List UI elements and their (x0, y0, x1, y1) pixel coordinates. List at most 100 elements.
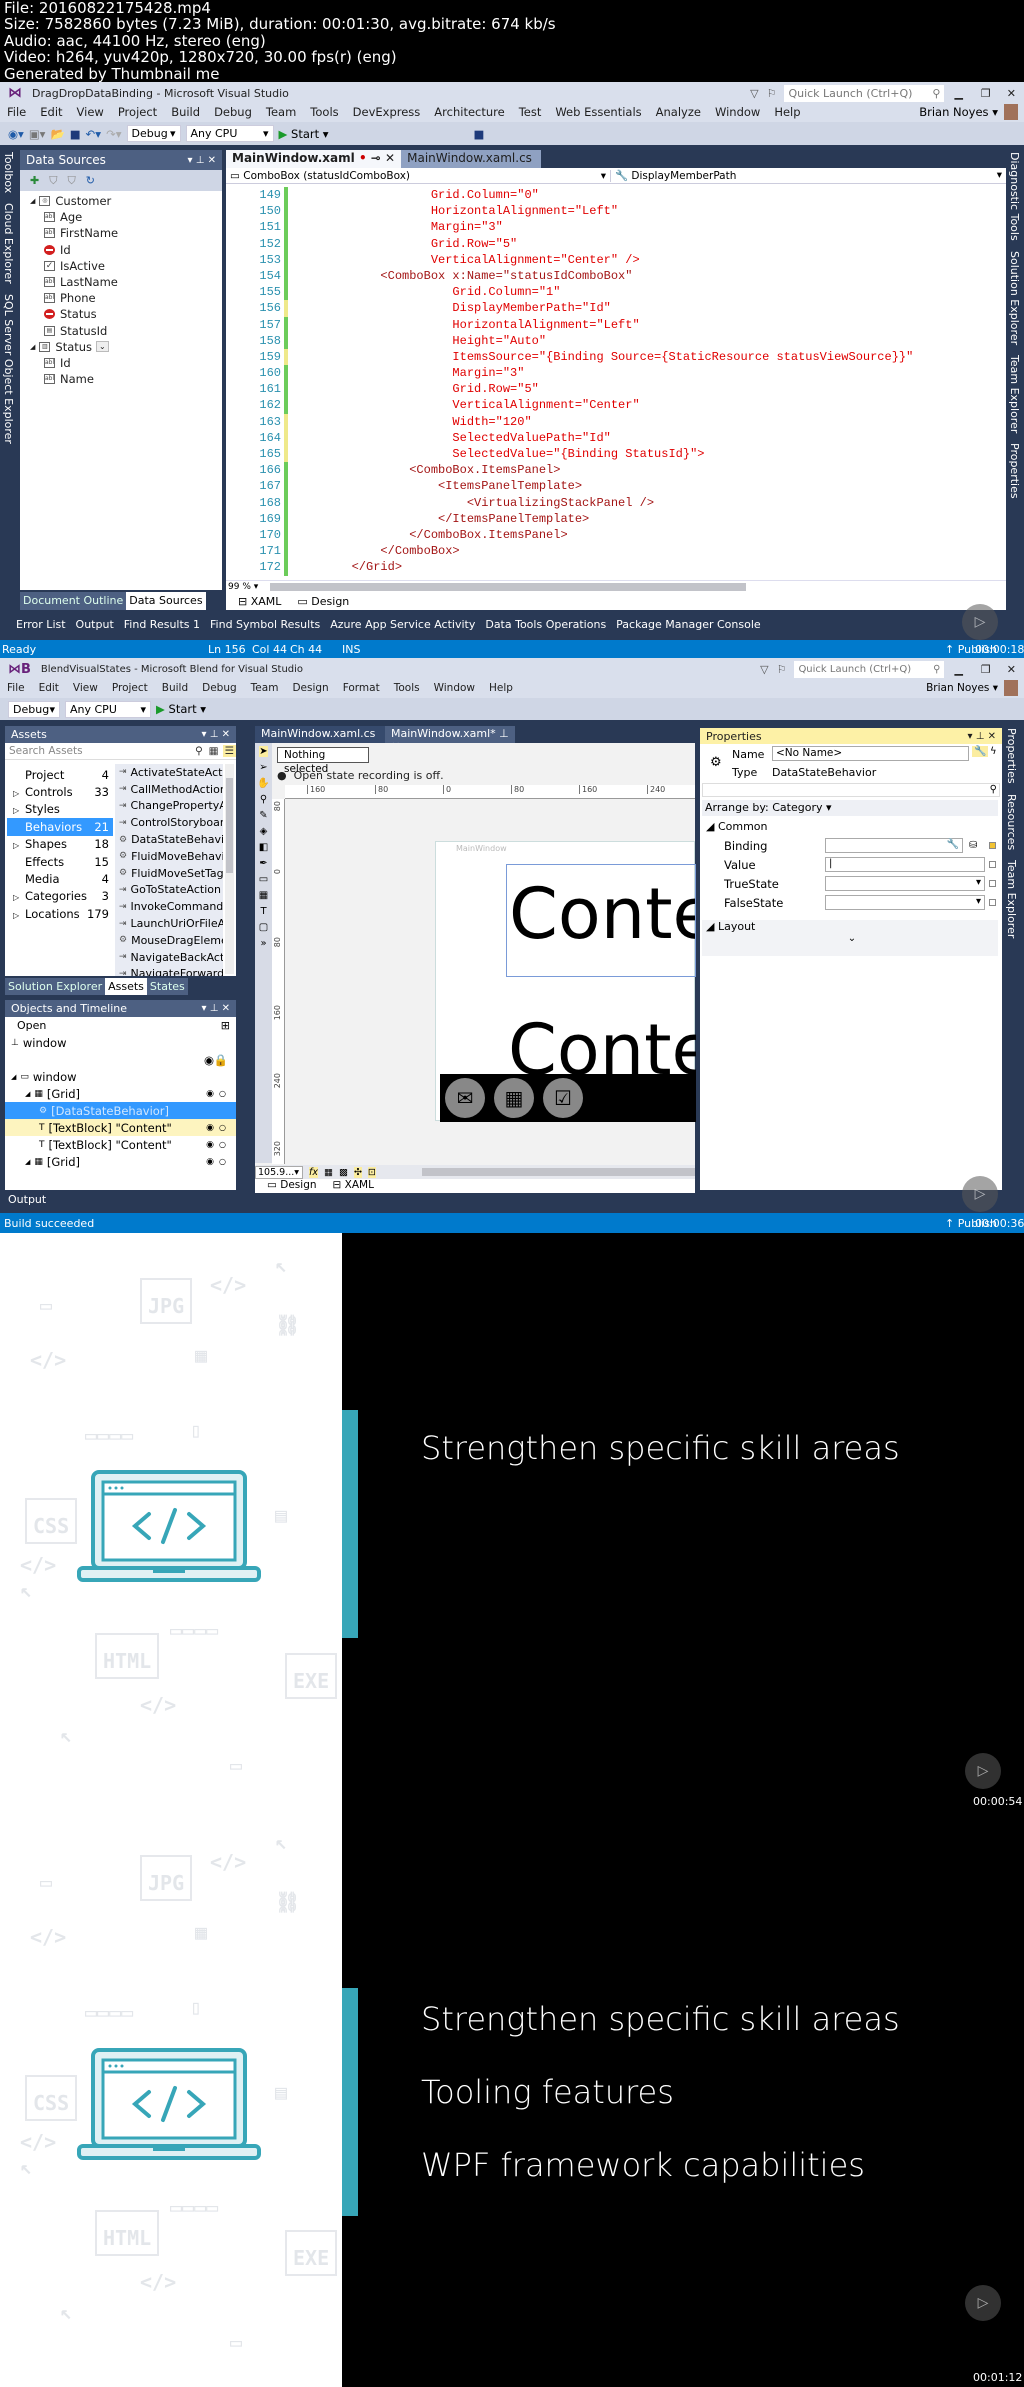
type-dropdown[interactable]: ▭ ComboBox (statusIdComboBox) ▾ (226, 169, 611, 182)
close-tab-icon[interactable]: ✕ (385, 151, 395, 165)
eye-icon[interactable]: ◉ (206, 1157, 214, 1167)
menu-item-test[interactable]: Test (519, 105, 542, 119)
tree-item[interactable]: ◢ ◎ Customer (20, 193, 222, 209)
tab-data-sources[interactable]: Data Sources (126, 592, 206, 610)
user-account[interactable]: Brian Noyes ▾ (919, 102, 998, 122)
tree-item[interactable]: ✓ IsActive (20, 258, 222, 274)
close-button[interactable]: ✕ (1007, 663, 1016, 676)
truestate-input[interactable]: ▾ (825, 876, 985, 891)
tool-tab[interactable]: Data Tools Operations (485, 618, 606, 631)
filter-icon[interactable]: ▽ (750, 87, 758, 100)
code-line[interactable]: 157 HorizontalAlignment="Left" (226, 316, 1006, 333)
code-line[interactable]: 150 HorizontalAlignment="Left" (226, 203, 1006, 220)
tree-item[interactable]: abl Id (20, 355, 222, 371)
expand-icon[interactable]: ◢ (30, 197, 35, 205)
code-line[interactable]: 153 VerticalAlignment="Center" /> (226, 251, 1006, 268)
falsestate-input[interactable]: ▾ (825, 895, 985, 910)
expand-icon[interactable]: ◢ (11, 1073, 16, 1081)
snap-grid-icon[interactable]: ▩ (339, 1167, 348, 1178)
annotations-icon[interactable]: ⊡ (367, 1166, 376, 1178)
mail-icon[interactable]: ✉ (445, 1078, 485, 1118)
play-icon[interactable]: ▷ (962, 1176, 998, 1212)
menu-item-team[interactable]: Team (266, 105, 296, 119)
tool-window-tab[interactable]: Cloud Explorer (2, 203, 15, 284)
menu-item-edit[interactable]: Edit (39, 682, 59, 694)
code-line[interactable]: 160 Margin="3" (226, 365, 1006, 382)
tab-xaml[interactable]: ⊟ XAML (238, 595, 281, 608)
events-lightning-icon[interactable]: ϟ (990, 746, 997, 757)
grid-view-icon[interactable]: ▦ (209, 745, 219, 757)
menu-item-tools[interactable]: Tools (310, 105, 338, 119)
menu-item-help[interactable]: Help (489, 682, 513, 694)
minimize-button[interactable]: ▁ (954, 663, 962, 676)
back-icon[interactable]: ◉▾ (8, 127, 24, 141)
tool-tab[interactable]: Azure App Service Activity (330, 618, 475, 631)
fx-icon[interactable]: fx (309, 1166, 318, 1178)
artboard[interactable]: MainWindow Content Content ✉ ▦ ☑ (435, 841, 696, 1122)
asset-category[interactable]: ▷ Locations 179 (7, 905, 113, 922)
property-search-input[interactable]: ⚲ (702, 783, 1000, 797)
menu-item-project[interactable]: Project (118, 105, 157, 119)
tree-item[interactable]: abl Phone (20, 290, 222, 306)
tool-window-tab[interactable]: Solution Explorer (1008, 251, 1021, 345)
zoom-select[interactable]: 105.9...▾ (255, 1165, 303, 1179)
rectangle-tool-icon[interactable]: ▭ (259, 874, 268, 885)
list-view-icon[interactable]: ☰ (222, 745, 236, 757)
platform-select[interactable]: Any CPU ▾ (65, 700, 151, 718)
avatar[interactable] (1004, 104, 1018, 120)
advanced-options-icon[interactable] (989, 899, 996, 906)
tree-item[interactable]: ◢ ▥ Status ⌄ (20, 339, 222, 355)
tool-window-tab[interactable]: Team Explorer (1008, 355, 1021, 433)
code-line[interactable]: 161 Grid.Row="5" (226, 381, 1006, 398)
grid-tool-icon[interactable]: ▦ (259, 890, 268, 901)
control-tool-icon[interactable]: ▢ (259, 922, 268, 933)
calendar-icon[interactable]: ▦ (494, 1078, 534, 1118)
expand-icon[interactable]: ◢ (25, 1158, 30, 1166)
asset-item[interactable]: ⇥ CallMethodAction (119, 781, 223, 798)
edit-dataset-icon[interactable]: ⛉ (49, 174, 57, 188)
menu-item-web-essentials[interactable]: Web Essentials (555, 105, 641, 119)
object-row[interactable]: T [TextBlock] "Content" ◉ ○ (5, 1119, 236, 1136)
vertical-scrollbar[interactable] (225, 764, 234, 974)
code-line[interactable]: 172 </Grid> (226, 559, 1006, 576)
tree-item[interactable]: abl Name (20, 371, 222, 387)
menu-item-edit[interactable]: Edit (40, 105, 62, 119)
code-line[interactable]: 149 Grid.Column="0" (226, 187, 1006, 204)
asset-category[interactable]: Behaviors 21 (7, 818, 113, 836)
start-button[interactable]: ▶ Start ▾ (156, 702, 206, 716)
advanced-options-icon[interactable] (989, 880, 996, 887)
code-editor[interactable]: 149 Grid.Column="0" 150 HorizontalAlignme… (226, 184, 1006, 580)
code-line[interactable]: 151 Margin="3" (226, 219, 1006, 236)
menu-item-view[interactable]: View (73, 682, 98, 694)
asset-category[interactable]: Effects 15 (7, 853, 113, 870)
asset-item[interactable]: ⇥NavigateBackAction (119, 949, 223, 966)
asset-item[interactable]: ⇥ChangePropertyActi... (119, 798, 223, 815)
tool-window-tab[interactable]: SQL Server Object Explorer (2, 294, 15, 444)
code-line[interactable]: 152 Grid.Row="5" (226, 235, 1006, 252)
expand-icon[interactable]: ◢ (25, 1090, 30, 1098)
advanced-options-icon[interactable] (989, 861, 996, 868)
code-line[interactable]: 158 Height="Auto" (226, 332, 1006, 349)
play-icon[interactable]: ▷ (962, 604, 998, 640)
member-dropdown[interactable]: 🔧 DisplayMemberPath ▾ (611, 169, 1006, 182)
code-line[interactable]: 168 <VirtualizingStackPanel /> (226, 494, 1006, 511)
asset-category[interactable]: ▷ Shapes 18 (7, 836, 113, 853)
zoom-select[interactable]: 99 % ▾ (226, 582, 270, 592)
tree-item[interactable]: abl LastName (20, 274, 222, 290)
config-select[interactable]: Debug ▾ (126, 125, 181, 142)
tool-tab[interactable]: Package Manager Console (616, 618, 760, 631)
asset-item[interactable]: ⇥NavigateForwardAct... (119, 966, 223, 976)
code-line[interactable]: 169 </ItemsPanelTemplate> (226, 510, 1006, 527)
textblock-content[interactable]: Content (508, 1015, 696, 1075)
tree-item[interactable]: abl Age (20, 209, 222, 225)
code-line[interactable]: 166 <ComboBox.ItemsPanel> (226, 462, 1006, 479)
asset-item[interactable]: ⚙FluidMoveBehavior (119, 848, 223, 865)
code-line[interactable]: 156 DisplayMemberPath="Id" (226, 300, 1006, 317)
direct-selection-icon[interactable]: ➢ (259, 762, 267, 773)
redo-icon[interactable]: ↷▾ (106, 127, 121, 141)
text-tool-icon[interactable]: T (260, 906, 266, 917)
editor-tab[interactable]: MainWindow.xaml.cs • (401, 150, 542, 179)
pin-icon[interactable]: ⊸ (367, 151, 385, 165)
expand-icon[interactable]: ◢ (30, 343, 35, 351)
add-data-source-icon[interactable]: ✚ (30, 174, 39, 187)
